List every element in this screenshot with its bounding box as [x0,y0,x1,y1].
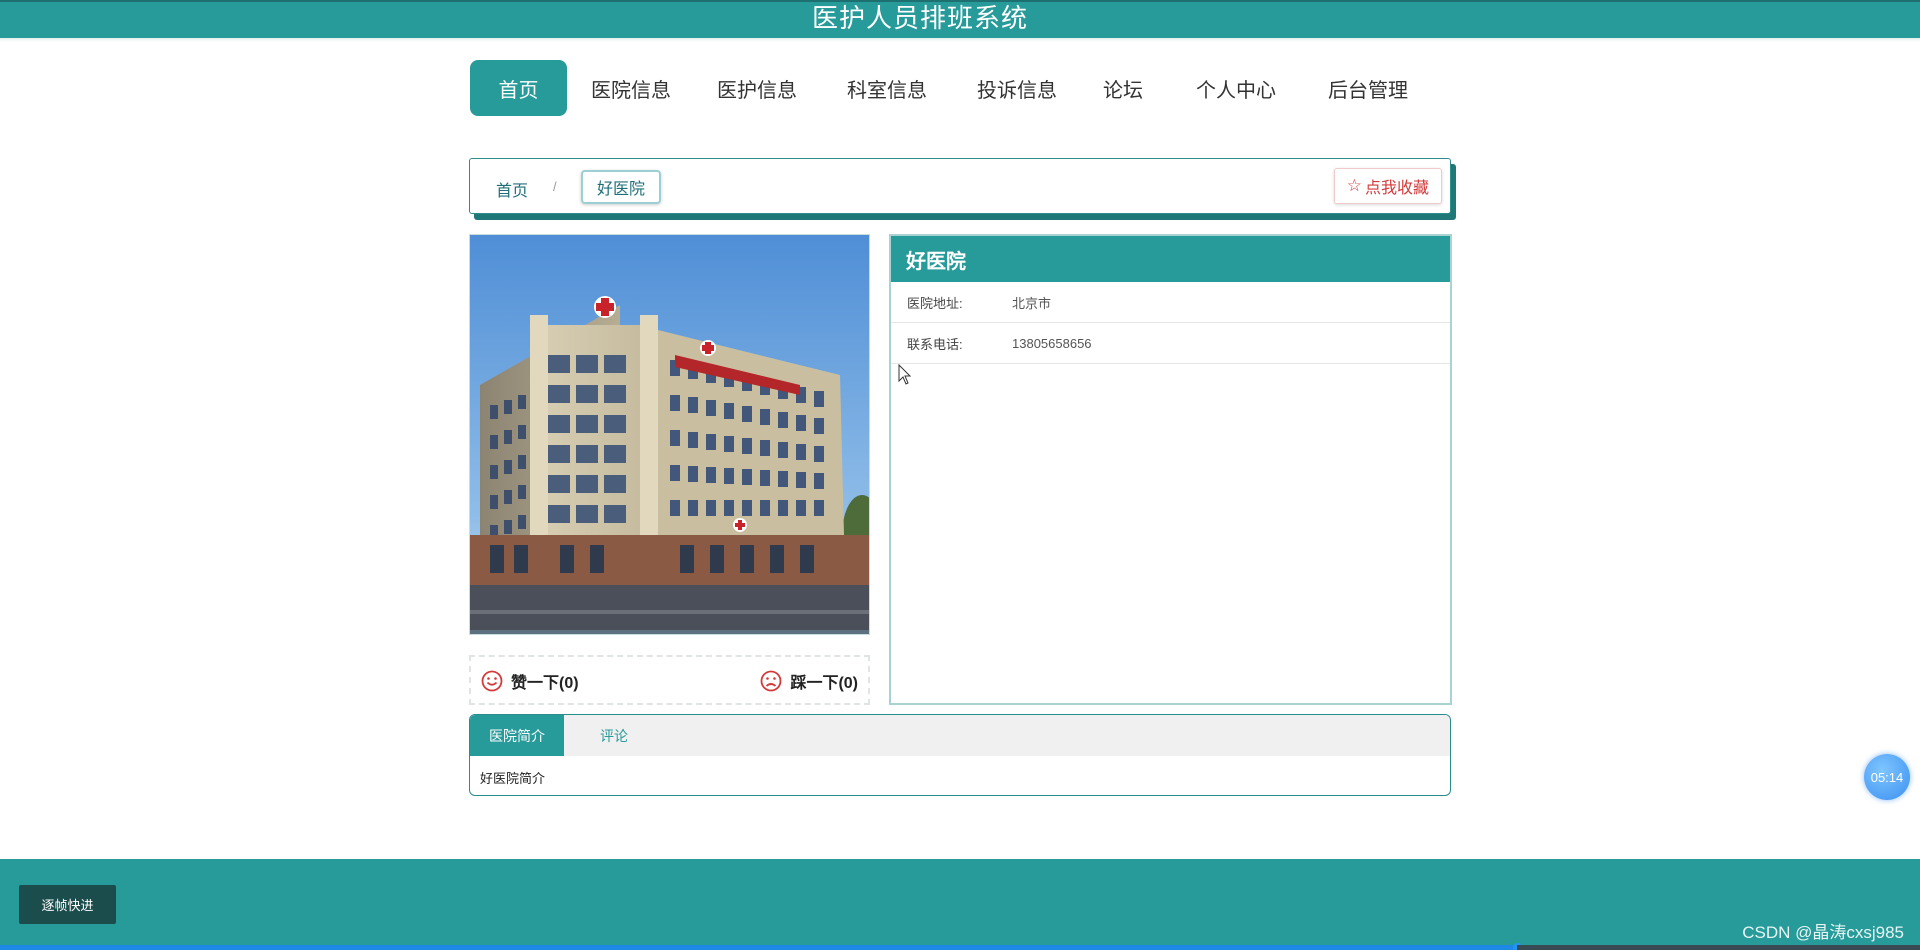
step-forward-button[interactable]: 逐帧快进 [19,885,116,924]
tab-hospital-intro[interactable]: 医院简介 [470,715,564,756]
info-row-phone: 联系电话: 13805658656 [891,323,1450,364]
nav-item-home[interactable]: 首页 [470,60,567,116]
detail-tabs: 医院简介 评论 好医院简介 [469,714,1451,796]
footer-bar [0,859,1920,950]
nav-item-department-info[interactable]: 科室信息 [847,60,927,116]
tab-comments[interactable]: 评论 [564,715,664,756]
nav-item-medical-staff-info[interactable]: 医护信息 [717,60,797,116]
smile-icon [481,670,503,692]
mouse-cursor-icon [898,364,912,385]
player-progress-bar[interactable] [0,943,1920,950]
address-label: 医院地址: [907,295,963,311]
hospital-image [469,234,870,635]
timer-bubble[interactable]: 05:14 [1864,754,1910,800]
watermark: CSDN @晶涛cxsj985 [1742,923,1904,942]
favorite-button[interactable]: ☆ 点我收藏 [1333,168,1442,204]
breadcrumb: 首页 / 好医院 ☆ 点我收藏 [469,158,1451,214]
star-outline-icon: ☆ [1346,176,1362,195]
header-shadow [0,38,1920,42]
dislike-button[interactable]: 踩一下(0) [760,669,858,693]
vote-bar: 赞一下(0) 踩一下(0) [469,655,870,705]
like-label: 赞一下(0) [511,675,579,692]
main-nav: 首页 医院信息 医护信息 科室信息 投诉信息 论坛 个人中心 后台管理 [470,60,1408,116]
nav-item-hospital-info[interactable]: 医院信息 [591,60,671,116]
progress-fill [0,945,1517,950]
favorite-button-label: 点我收藏 [1364,180,1429,197]
info-row-address: 医院地址: 北京市 [891,282,1450,323]
nav-item-forum[interactable]: 论坛 [1103,60,1143,116]
like-button[interactable]: 赞一下(0) [481,669,579,693]
breadcrumb-separator: / [553,179,557,194]
system-title: 医护人员排班系统 [811,3,1028,33]
phone-value: 13805658656 [1012,335,1092,351]
nav-item-admin[interactable]: 后台管理 [1328,60,1408,116]
hospital-info-panel: 好医院 医院地址: 北京市 联系电话: 13805658656 [889,234,1452,705]
tab-bar: 医院简介 评论 [470,715,1450,756]
breadcrumb-current[interactable]: 好医院 [581,170,661,204]
nav-item-personal-center[interactable]: 个人中心 [1196,60,1276,116]
address-value: 北京市 [1012,295,1052,311]
progress-remaining [1517,945,1920,950]
phone-label: 联系电话: [907,336,963,352]
tab-content: 好医院简介 [480,771,546,786]
frown-icon [761,670,782,692]
top-header-bar: 医护人员排班系统 [0,0,1920,38]
nav-item-complaint-info[interactable]: 投诉信息 [977,60,1057,116]
hospital-name: 好医院 [891,236,1450,282]
dislike-label: 踩一下(0) [790,675,858,692]
breadcrumb-home-link[interactable]: 首页 [496,177,528,201]
